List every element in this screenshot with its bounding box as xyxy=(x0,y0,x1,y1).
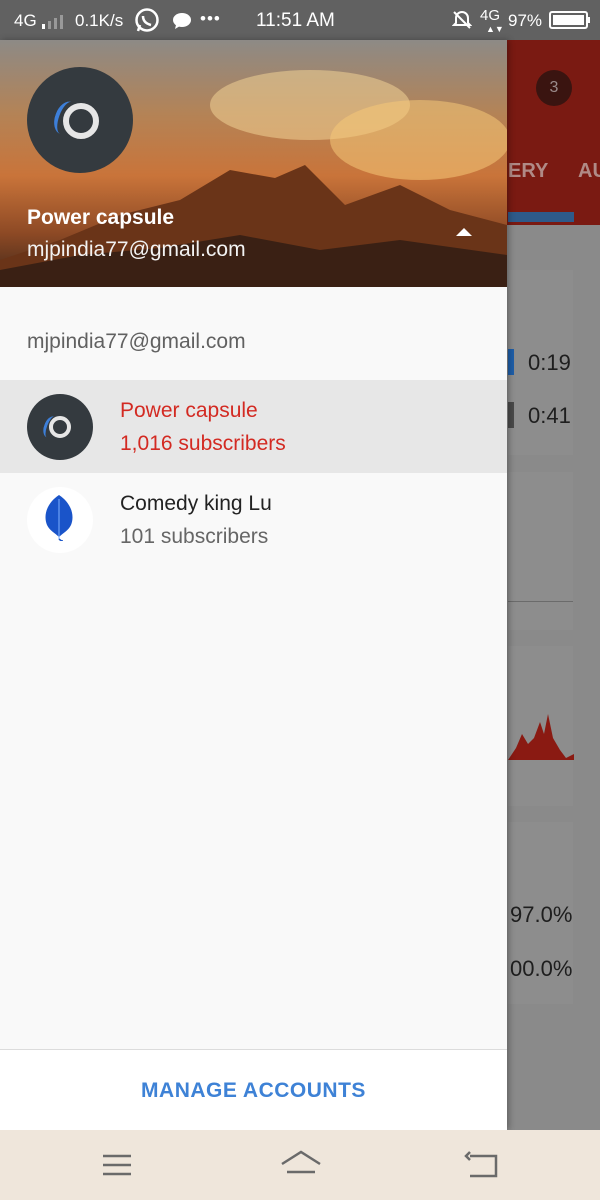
account-email-label: mjpindia77@gmail.com xyxy=(27,330,246,353)
background-tab-partial: ERY xyxy=(508,160,549,182)
background-percent: 00.0% xyxy=(510,956,573,981)
drawer-header: Power capsule mjpindia77@gmail.com xyxy=(0,40,507,287)
background-divider xyxy=(508,601,573,602)
current-channel-avatar[interactable] xyxy=(27,67,133,173)
channel-item-power-capsule[interactable]: Power capsule 1,016 subscribers xyxy=(0,380,507,473)
message-icon xyxy=(172,12,192,35)
status-bar: 4G 0.1K/s ••• 11:51 AM 4G ▲▼ 97% xyxy=(0,0,600,40)
leaf-icon xyxy=(45,495,73,541)
notification-badge: 3 xyxy=(536,70,572,106)
manage-accounts-button[interactable]: MANAGE ACCOUNTS xyxy=(0,1050,507,1131)
mobile-data-type: 4G xyxy=(480,7,501,24)
data-speed: 0.1K/s xyxy=(75,11,124,30)
channel-subscribers: 101 subscribers xyxy=(120,525,269,548)
background-tab-indicator xyxy=(508,212,574,222)
clock: 11:51 AM xyxy=(256,10,335,31)
whatsapp-icon xyxy=(134,7,160,38)
home-icon[interactable] xyxy=(278,1148,324,1182)
signal-icon xyxy=(42,13,66,34)
background-tab-partial: AU xyxy=(578,160,600,182)
back-icon[interactable] xyxy=(462,1148,502,1182)
background-duration: 0:19 xyxy=(528,350,571,375)
channel-avatar xyxy=(27,394,93,460)
current-account-email: mjpindia77@gmail.com xyxy=(27,238,246,261)
menu-icon[interactable] xyxy=(97,1148,137,1182)
background-duration: 0:41 xyxy=(528,403,571,428)
account-drawer: Power capsule mjpindia77@gmail.com mjpin… xyxy=(0,40,507,1131)
background-bar xyxy=(508,402,514,428)
background-chart xyxy=(508,714,574,760)
background-bar xyxy=(508,349,514,375)
background-percent: 97.0% xyxy=(510,902,573,927)
channel-name: Comedy king Lu xyxy=(120,492,272,515)
drawer-footer: MANAGE ACCOUNTS xyxy=(0,1049,507,1131)
channel-name: Power capsule xyxy=(120,399,258,422)
more-notifications-icon: ••• xyxy=(200,9,221,28)
channel-item-comedy-king-lu[interactable]: Comedy king Lu 101 subscribers xyxy=(0,473,507,566)
background-card xyxy=(508,472,573,630)
system-nav-bar xyxy=(0,1130,600,1200)
battery-percent: 97% xyxy=(508,11,543,30)
battery-icon xyxy=(549,11,591,34)
current-channel-name: Power capsule xyxy=(27,206,175,229)
collapse-accounts-icon[interactable] xyxy=(456,228,472,236)
data-arrows-icon: ▲▼ xyxy=(486,24,504,34)
alarm-off-icon xyxy=(451,10,473,35)
channel-subscribers: 1,016 subscribers xyxy=(120,432,286,455)
channel-avatar xyxy=(27,487,93,553)
network-type: 4G xyxy=(14,11,37,30)
